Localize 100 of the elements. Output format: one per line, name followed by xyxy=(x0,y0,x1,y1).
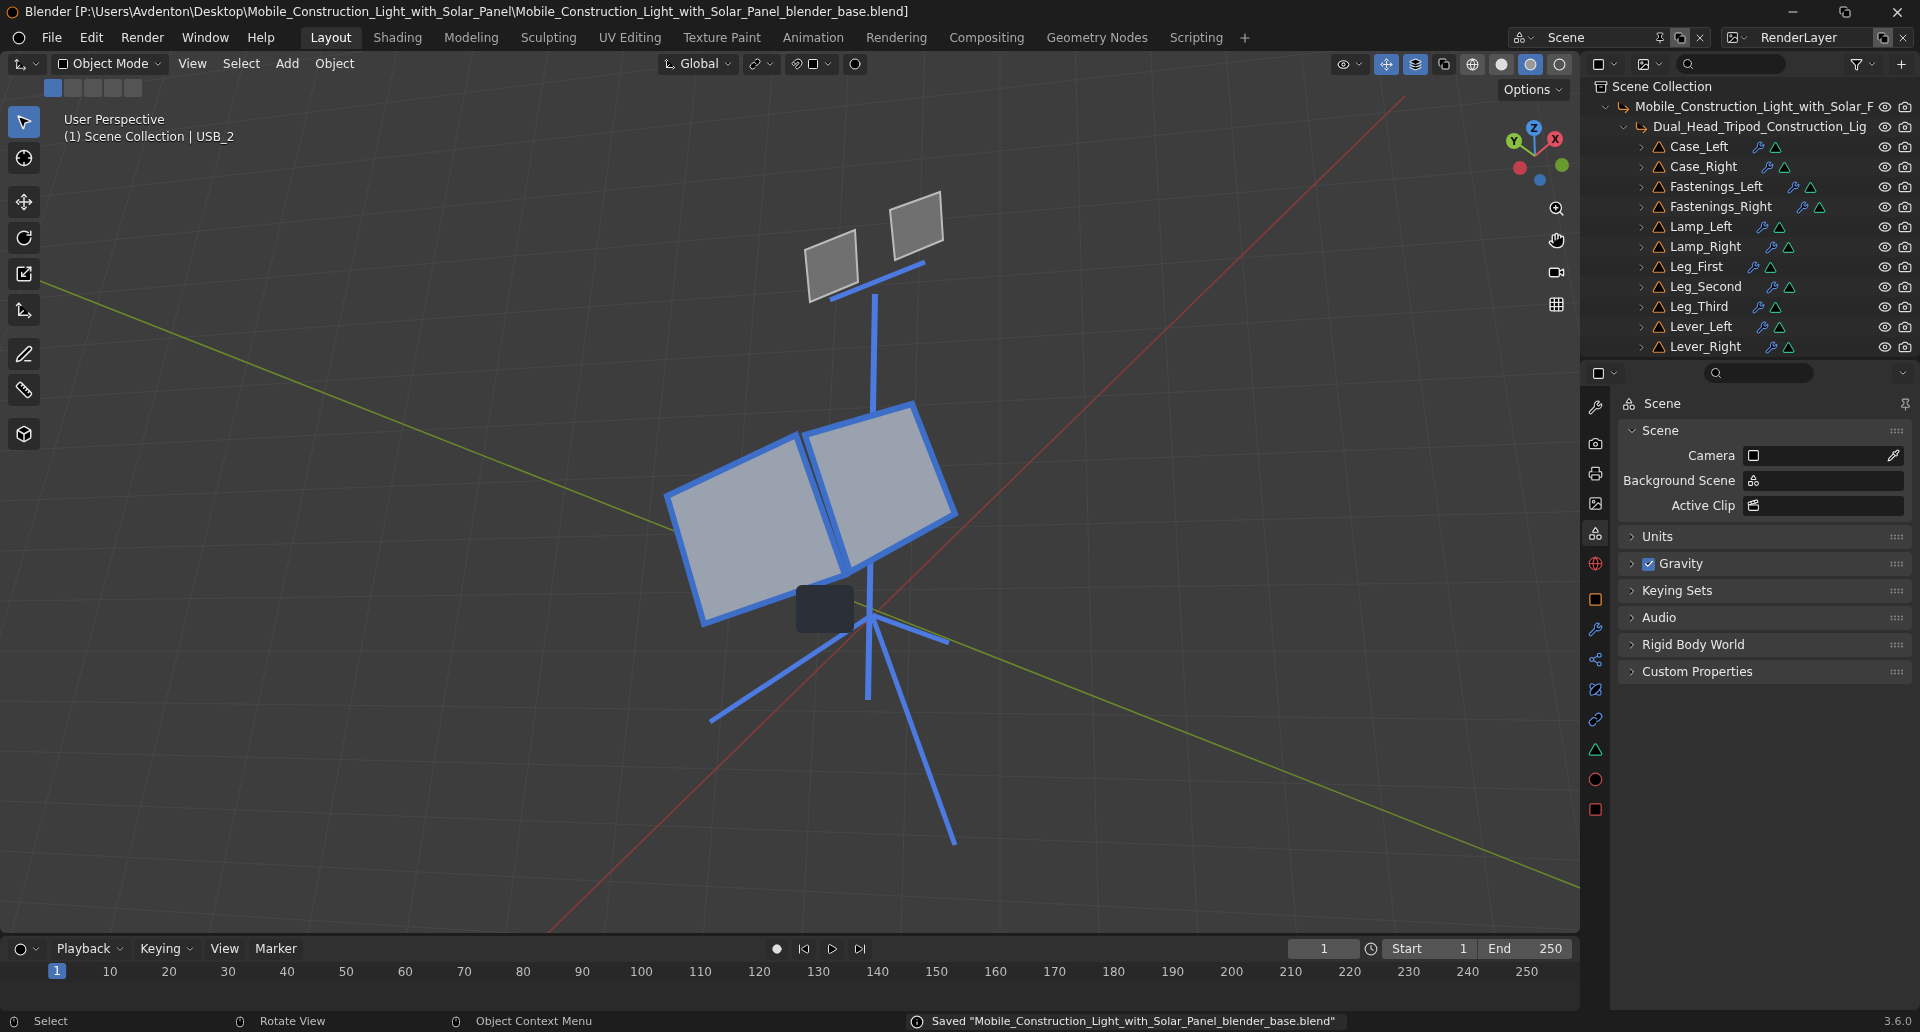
visibility-eye-icon[interactable] xyxy=(1878,100,1892,114)
timeline-menu-item[interactable]: Keying xyxy=(134,938,201,960)
visibility-eye-icon[interactable] xyxy=(1878,160,1892,174)
visibility-eye-icon[interactable] xyxy=(1878,120,1892,134)
pin-icon[interactable] xyxy=(1899,397,1912,411)
current-frame-field[interactable]: 1 xyxy=(1288,939,1361,959)
pivot-button[interactable] xyxy=(742,53,781,75)
panel-title[interactable]: Units xyxy=(1642,530,1886,544)
orientation-dropdown[interactable]: Global xyxy=(658,53,739,75)
shading-mode-button[interactable] xyxy=(1489,53,1515,75)
axis-handle[interactable]: X xyxy=(1534,131,1563,157)
panel-title[interactable]: Scene xyxy=(1642,424,1886,438)
mode-dropdown[interactable]: Object Mode xyxy=(51,53,169,75)
outliner-item[interactable]: Lamp_Left xyxy=(1670,220,1733,234)
panel-title[interactable]: Custom Properties xyxy=(1642,665,1886,679)
move-tool[interactable] xyxy=(8,186,40,218)
render-camera-icon[interactable] xyxy=(1898,140,1912,154)
drag-grip-icon[interactable] xyxy=(1890,428,1904,434)
object-field[interactable] xyxy=(1743,470,1904,491)
checkbox[interactable] xyxy=(1642,557,1656,571)
render-camera-icon[interactable] xyxy=(1898,260,1912,274)
new-collection-button[interactable] xyxy=(1889,53,1914,75)
drag-grip-icon[interactable] xyxy=(1890,534,1904,540)
visibility-eye-icon[interactable] xyxy=(1878,280,1892,294)
visibility-eye-icon[interactable] xyxy=(1878,220,1892,234)
drag-grip-icon[interactable] xyxy=(1890,615,1904,621)
workspace-tab[interactable]: Shading xyxy=(363,26,433,49)
snap-button[interactable] xyxy=(784,53,839,75)
workspace-tab[interactable]: Sculpting xyxy=(510,26,587,49)
viewport-menu-item[interactable]: Select xyxy=(217,57,267,71)
shading-mode-button[interactable] xyxy=(1460,53,1486,75)
options-button[interactable]: Options xyxy=(1498,79,1571,101)
visibility-button[interactable] xyxy=(1331,53,1371,75)
visibility-eye-icon[interactable] xyxy=(1878,340,1892,354)
filter-button[interactable] xyxy=(1844,53,1883,75)
outliner-item[interactable]: Scene Collection xyxy=(1612,80,1713,94)
display-mode-button[interactable] xyxy=(1586,53,1626,75)
jump-start-button[interactable] xyxy=(791,938,816,960)
workspace-tab[interactable]: Scripting xyxy=(1159,26,1234,49)
scene-selector[interactable]: Scene xyxy=(1508,27,1711,48)
shading-mode-button[interactable] xyxy=(1518,53,1544,75)
drag-grip-icon[interactable] xyxy=(1890,669,1904,675)
render-camera-icon[interactable] xyxy=(1898,340,1912,354)
play-button[interactable] xyxy=(819,938,844,960)
render-camera-icon[interactable] xyxy=(1898,220,1912,234)
menu-item[interactable]: Help xyxy=(239,27,283,48)
menu-item[interactable]: Edit xyxy=(72,27,112,48)
workspace-tab[interactable]: Geometry Nodes xyxy=(1036,26,1158,49)
object-field[interactable] xyxy=(1743,495,1904,516)
menu-item[interactable]: Render xyxy=(113,27,173,48)
proportional-edit-button[interactable] xyxy=(842,53,867,75)
outliner-item[interactable]: Mobile_Construction_Light_with_Solar_F xyxy=(1635,100,1874,114)
outliner-item[interactable]: Leg_Third xyxy=(1670,300,1729,314)
outliner-item[interactable]: Leg_First xyxy=(1670,260,1724,274)
scene-tab[interactable] xyxy=(1582,520,1609,546)
playhead-marker[interactable]: 1 xyxy=(48,963,66,979)
menu-item[interactable]: File xyxy=(34,27,71,48)
workspace-tab[interactable]: Layout xyxy=(300,26,362,49)
shading-mode-button[interactable] xyxy=(1547,53,1573,75)
render-camera-icon[interactable] xyxy=(1898,200,1912,214)
search-field[interactable] xyxy=(1676,54,1787,74)
outliner-item[interactable]: Case_Right xyxy=(1670,160,1738,174)
workspace-tab[interactable]: UV Editing xyxy=(588,26,672,49)
gizmo-button[interactable] xyxy=(1374,53,1400,75)
visibility-eye-icon[interactable] xyxy=(1878,260,1892,274)
editor-type-button[interactable] xyxy=(8,938,47,960)
render-camera-icon[interactable] xyxy=(1898,300,1912,314)
outliner-item[interactable]: Leg_Second xyxy=(1670,280,1742,294)
workspace-tab[interactable]: Animation xyxy=(773,26,855,49)
visibility-eye-icon[interactable] xyxy=(1878,320,1892,334)
annotate-tool[interactable] xyxy=(8,338,40,370)
outliner-item[interactable]: Fastenings_Left xyxy=(1670,180,1763,194)
search-field[interactable] xyxy=(1703,363,1814,383)
view-layer-selector[interactable]: RenderLayer xyxy=(1721,27,1914,48)
menu-item[interactable]: Window xyxy=(174,27,238,48)
xray-button[interactable] xyxy=(1432,53,1457,75)
measure-tool[interactable] xyxy=(8,374,40,406)
stopwatch-icon[interactable] xyxy=(1364,942,1379,956)
render-camera-icon[interactable] xyxy=(1898,240,1912,254)
panel-title[interactable]: Rigid Body World xyxy=(1642,638,1886,652)
workspace-tab[interactable]: Texture Paint xyxy=(673,26,771,49)
scale-tool[interactable] xyxy=(8,258,40,290)
timeline-menu-item[interactable]: Marker xyxy=(249,938,303,960)
visibility-eye-icon[interactable] xyxy=(1878,240,1892,254)
editor-type-button[interactable] xyxy=(1586,362,1626,384)
editor-type-button[interactable] xyxy=(8,53,47,75)
axis-handle[interactable]: Z xyxy=(1526,120,1542,157)
negative-axis-handles[interactable] xyxy=(1513,158,1569,186)
frame-range-field[interactable]: Start 1 End 250 xyxy=(1382,939,1573,959)
record-button[interactable] xyxy=(765,938,788,960)
rotate-tool[interactable] xyxy=(8,222,40,254)
render-camera-icon[interactable] xyxy=(1898,100,1912,114)
add-cube-tool[interactable] xyxy=(8,418,40,450)
visibility-eye-icon[interactable] xyxy=(1878,140,1892,154)
workspace-tab[interactable]: Rendering xyxy=(856,26,938,49)
overlay-button[interactable] xyxy=(1403,53,1429,75)
viewport-menu-item[interactable]: Object xyxy=(309,57,361,71)
workspace-tab[interactable]: Modeling xyxy=(434,26,509,49)
panel-title[interactable]: Gravity xyxy=(1659,557,1886,571)
outliner-item[interactable]: Lever_Right xyxy=(1670,340,1742,354)
